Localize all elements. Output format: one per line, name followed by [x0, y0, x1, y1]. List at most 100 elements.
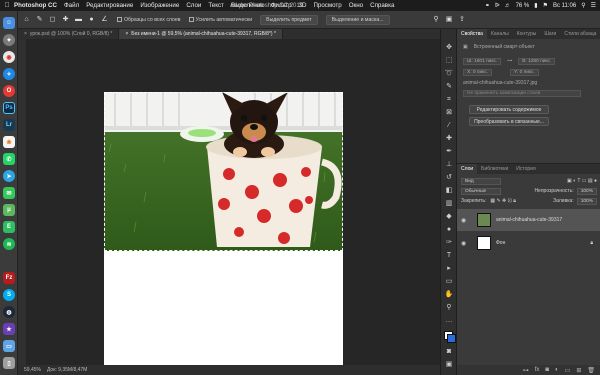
- chrome-icon[interactable]: ◉: [3, 51, 15, 63]
- marquee-tool-icon[interactable]: ⬚: [444, 56, 454, 66]
- layer-name[interactable]: Фон: [496, 240, 505, 246]
- frame-tool-icon[interactable]: ⊠: [444, 108, 454, 118]
- home-icon[interactable]: ⌂: [22, 15, 31, 24]
- visibility-eye-icon[interactable]: ◉: [461, 240, 469, 247]
- menu-layers[interactable]: Слои: [186, 2, 201, 9]
- gradient-tool-icon[interactable]: ▥: [444, 199, 454, 209]
- document-canvas[interactable]: [104, 92, 343, 368]
- layer-row-smart[interactable]: ◉ animal-chihuahua-cute-39317: [457, 209, 600, 231]
- eraser-tool-icon[interactable]: ◧: [444, 186, 454, 196]
- visibility-eye-icon[interactable]: ◉: [461, 217, 469, 224]
- blur-tool-icon[interactable]: ◆: [444, 212, 454, 222]
- tab-paragraph-styles[interactable]: Стили абзаца: [560, 29, 600, 39]
- close-icon[interactable]: ×: [24, 31, 27, 37]
- share-icon[interactable]: ⇪: [458, 15, 467, 24]
- safari-icon[interactable]: ✧: [3, 68, 15, 80]
- lasso-tool-icon[interactable]: ➰: [444, 69, 454, 79]
- trash-icon[interactable]: ▯: [3, 357, 15, 369]
- pen-tool-icon[interactable]: ✑: [444, 238, 454, 248]
- width-field[interactable]: Ш: 1601 пикс.: [463, 58, 502, 65]
- tab-untitled-1[interactable]: × Без имени-1 @ 59,5% (animal-chihuahua-c…: [119, 29, 283, 39]
- volume-icon[interactable]: ♬: [505, 3, 511, 9]
- wifi-icon[interactable]: ⚭: [485, 2, 490, 9]
- opera-icon[interactable]: O: [3, 85, 15, 97]
- menu-image[interactable]: Изображение: [140, 2, 179, 9]
- fill-field[interactable]: 100%: [576, 197, 597, 205]
- dodge-tool-icon[interactable]: ●: [444, 225, 454, 235]
- convert-to-linked-button[interactable]: Преобразовать в связанные...: [469, 117, 549, 126]
- adjustment-layer-icon[interactable]: ◐: [555, 367, 559, 373]
- doc-size[interactable]: Док: 9,35M/8,47M: [47, 367, 87, 373]
- spotify-icon[interactable]: ≋: [3, 238, 15, 250]
- path-select-tool-icon[interactable]: ▸: [444, 264, 454, 274]
- background-color-swatch[interactable]: [447, 334, 456, 343]
- selection-add-icon[interactable]: ✚: [61, 15, 70, 24]
- tab-lesson-psd[interactable]: × урок.psd @ 100% (Слой 0, RGB/8) *: [18, 29, 120, 39]
- brush-tool-icon[interactable]: ✒: [444, 147, 454, 157]
- edit-contents-button[interactable]: Редактировать содержимое: [469, 105, 549, 114]
- brush-size-icon[interactable]: ●: [87, 15, 96, 24]
- move-tool-icon[interactable]: ✥: [444, 43, 454, 53]
- tab-layers[interactable]: Слои: [457, 164, 478, 174]
- new-layer-icon[interactable]: ⊞: [576, 367, 581, 374]
- quick-select-tool-icon[interactable]: ✎: [35, 15, 44, 24]
- blend-mode-select[interactable]: Обычные: [461, 187, 501, 195]
- workspace-icon[interactable]: ▣: [445, 15, 454, 24]
- sample-all-layers-checkbox[interactable]: Образцы со всех слоев: [117, 16, 181, 23]
- link-icon[interactable]: ⊶: [507, 58, 512, 65]
- menu-help[interactable]: Справка: [370, 2, 394, 9]
- stamp-tool-icon[interactable]: ⊥: [444, 160, 454, 170]
- zoom-tool-icon[interactable]: ⚲: [444, 303, 454, 313]
- shape-tool-icon[interactable]: ▭: [444, 277, 454, 287]
- new-group-icon[interactable]: ▭: [565, 367, 571, 374]
- menu-list-icon[interactable]: ☰: [591, 2, 596, 9]
- menu-edit[interactable]: Редактирование: [86, 2, 133, 9]
- evernote-icon[interactable]: E: [3, 221, 15, 233]
- hand-tool-icon[interactable]: ✋: [444, 290, 454, 300]
- filter-icons[interactable]: ▣ ◐ T ▭ ▤ ●: [567, 178, 597, 184]
- x-field[interactable]: X: 0 пикс.: [463, 69, 493, 76]
- add-mask-icon[interactable]: ◙: [545, 367, 549, 373]
- brush-settings-icon[interactable]: ∠: [100, 15, 109, 24]
- selection-new-icon[interactable]: ◻: [48, 15, 57, 24]
- messages-icon[interactable]: ✉: [3, 187, 15, 199]
- layer-row-background[interactable]: ◉ Фон 🔒︎: [457, 232, 600, 254]
- launchpad-icon[interactable]: ✦: [3, 34, 15, 46]
- more-tools-icon[interactable]: …: [444, 316, 454, 326]
- folder-icon[interactable]: ▭: [3, 340, 15, 352]
- selection-subtract-icon[interactable]: ▬: [74, 15, 83, 24]
- healing-tool-icon[interactable]: ✚: [444, 134, 454, 144]
- menu-type[interactable]: Текст: [208, 2, 224, 9]
- tab-libraries[interactable]: Библиотеки: [477, 164, 512, 174]
- menu-window[interactable]: Окно: [349, 2, 363, 9]
- select-subject-button[interactable]: Выделить предмет: [260, 14, 318, 25]
- tab-history[interactable]: История: [512, 164, 539, 174]
- quick-mask-icon[interactable]: ◙: [444, 347, 454, 357]
- type-tool-icon[interactable]: T: [444, 251, 454, 261]
- fx-icon[interactable]: fx: [535, 367, 540, 373]
- imovie-icon[interactable]: ★: [3, 323, 15, 335]
- history-brush-tool-icon[interactable]: ↺: [444, 173, 454, 183]
- zoom-level[interactable]: 59,45%: [24, 367, 41, 373]
- lock-icons[interactable]: ▦ ✎ ✥ ⊡ 🔒︎: [490, 198, 516, 204]
- battery-icon[interactable]: ▮: [534, 2, 537, 9]
- delete-layer-icon[interactable]: 🗑︎: [587, 367, 595, 374]
- telegram-icon[interactable]: ➤: [3, 170, 15, 182]
- menu-view[interactable]: Просмотр: [313, 2, 341, 9]
- close-icon[interactable]: ×: [125, 31, 128, 37]
- crop-tool-icon[interactable]: ⌗: [444, 95, 454, 105]
- battery-percent[interactable]: 76 %: [516, 3, 530, 9]
- search-icon[interactable]: ⚲: [432, 15, 441, 24]
- y-field[interactable]: Y: 0 пикс.: [510, 69, 539, 76]
- photoshop-icon[interactable]: Ps: [3, 102, 15, 114]
- input-flag-icon[interactable]: ⚑: [543, 2, 548, 9]
- search-icon[interactable]: ⚲: [581, 2, 585, 9]
- clock[interactable]: Вс 11:06: [553, 3, 576, 9]
- bluetooth-icon[interactable]: ᐉ: [495, 2, 500, 9]
- tab-properties[interactable]: Свойства: [457, 29, 487, 39]
- tab-channels[interactable]: Каналы: [487, 29, 513, 39]
- auto-enhance-checkbox[interactable]: Усилить автоматически: [188, 16, 252, 23]
- quick-select-tool-icon[interactable]: ✎: [444, 82, 454, 92]
- skype-icon[interactable]: S: [3, 289, 15, 301]
- link-layers-icon[interactable]: ⊶: [523, 367, 529, 374]
